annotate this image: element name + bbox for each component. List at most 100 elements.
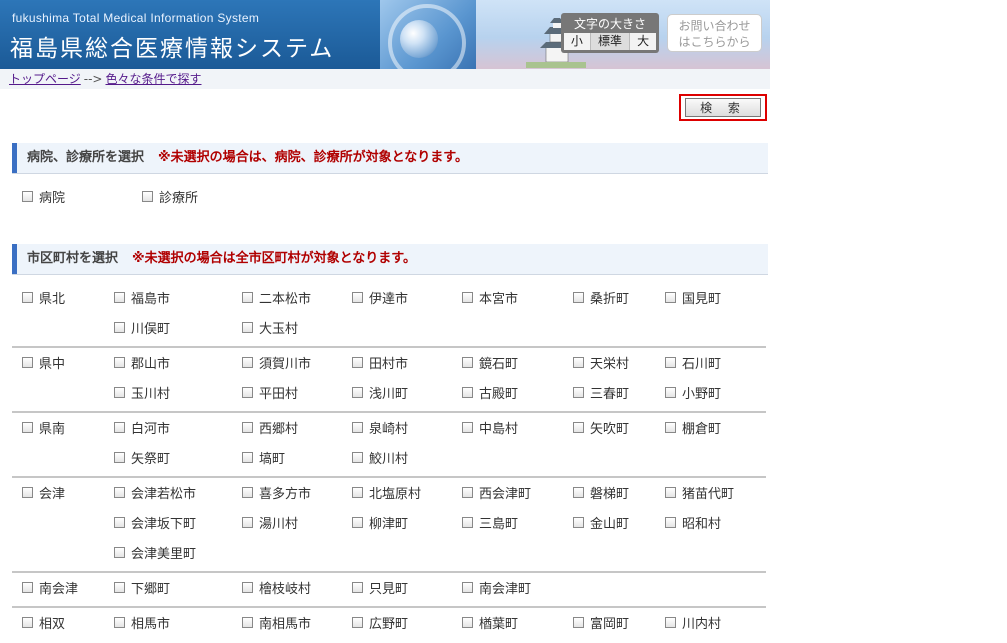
checkbox[interactable]	[665, 292, 676, 303]
municipality-checkbox[interactable]: 鏡石町	[462, 353, 518, 372]
checkbox[interactable]	[114, 387, 125, 398]
municipality-checkbox[interactable]: 三春町	[573, 383, 629, 402]
checkbox[interactable]	[242, 452, 253, 463]
municipality-checkbox[interactable]: 玉川村	[114, 383, 170, 402]
region-checkbox[interactable]: 県南	[22, 418, 65, 437]
breadcrumb-home-link[interactable]: トップページ	[9, 72, 81, 86]
municipality-checkbox[interactable]: 相馬市	[114, 613, 170, 632]
checkbox[interactable]	[462, 292, 473, 303]
font-size-large-button[interactable]: 大	[630, 33, 656, 50]
municipality-checkbox[interactable]: 須賀川市	[242, 353, 311, 372]
municipality-checkbox[interactable]: 古殿町	[462, 383, 518, 402]
municipality-checkbox[interactable]: 富岡町	[573, 613, 629, 632]
checkbox[interactable]	[462, 387, 473, 398]
checkbox[interactable]	[573, 487, 584, 498]
municipality-checkbox[interactable]: 会津美里町	[114, 543, 196, 562]
checkbox[interactable]	[665, 357, 676, 368]
checkbox[interactable]	[114, 517, 125, 528]
checkbox[interactable]	[242, 422, 253, 433]
municipality-checkbox[interactable]: 大玉村	[242, 318, 298, 337]
municipality-checkbox[interactable]: 柳津町	[352, 513, 408, 532]
municipality-checkbox[interactable]: 郡山市	[114, 353, 170, 372]
checkbox[interactable]	[22, 617, 33, 628]
municipality-checkbox[interactable]: 南相馬市	[242, 613, 311, 632]
font-size-small-button[interactable]: 小	[564, 33, 591, 50]
checkbox[interactable]	[665, 387, 676, 398]
checkbox[interactable]	[22, 292, 33, 303]
region-checkbox[interactable]: 相双	[22, 613, 65, 632]
checkbox[interactable]	[22, 422, 33, 433]
checkbox[interactable]	[142, 191, 153, 202]
checkbox[interactable]	[462, 582, 473, 593]
municipality-checkbox[interactable]: 中島村	[462, 418, 518, 437]
checkbox[interactable]	[114, 357, 125, 368]
municipality-checkbox[interactable]: 棚倉町	[665, 418, 721, 437]
checkbox[interactable]	[352, 617, 363, 628]
municipality-checkbox[interactable]: 天栄村	[573, 353, 629, 372]
municipality-checkbox[interactable]: 桑折町	[573, 288, 629, 307]
municipality-checkbox[interactable]: 北塩原村	[352, 483, 421, 502]
checkbox[interactable]	[352, 357, 363, 368]
municipality-checkbox[interactable]: 楢葉町	[462, 613, 518, 632]
municipality-checkbox[interactable]: 只見町	[352, 578, 408, 597]
checkbox[interactable]	[22, 487, 33, 498]
checkbox[interactable]	[573, 387, 584, 398]
municipality-checkbox[interactable]: 三島町	[462, 513, 518, 532]
checkbox[interactable]	[242, 322, 253, 333]
checkbox[interactable]	[242, 292, 253, 303]
municipality-checkbox[interactable]: 西会津町	[462, 483, 531, 502]
municipality-checkbox[interactable]: 伊達市	[352, 288, 408, 307]
checkbox[interactable]	[573, 292, 584, 303]
checkbox[interactable]	[665, 422, 676, 433]
municipality-checkbox[interactable]: 小野町	[665, 383, 721, 402]
search-button[interactable]: 検 索	[685, 98, 761, 117]
municipality-checkbox[interactable]: 川内村	[665, 613, 721, 632]
checkbox[interactable]	[573, 617, 584, 628]
municipality-checkbox[interactable]: 川俣町	[114, 318, 170, 337]
municipality-checkbox[interactable]: 福島市	[114, 288, 170, 307]
municipality-checkbox[interactable]: 泉崎村	[352, 418, 408, 437]
municipality-checkbox[interactable]: 二本松市	[242, 288, 311, 307]
checkbox[interactable]	[462, 422, 473, 433]
checkbox[interactable]	[352, 582, 363, 593]
checkbox[interactable]	[114, 322, 125, 333]
municipality-checkbox[interactable]: 白河市	[114, 418, 170, 437]
municipality-checkbox[interactable]: 下郷町	[114, 578, 170, 597]
checkbox[interactable]	[352, 387, 363, 398]
region-checkbox[interactable]: 会津	[22, 483, 65, 502]
municipality-checkbox[interactable]: 湯川村	[242, 513, 298, 532]
checkbox[interactable]	[114, 292, 125, 303]
municipality-checkbox[interactable]: 南会津町	[462, 578, 531, 597]
breadcrumb-current-link[interactable]: 色々な条件で探す	[105, 72, 201, 86]
contact-button[interactable]: お問い合わせ はこちらから	[667, 14, 762, 52]
checkbox[interactable]	[573, 422, 584, 433]
checkbox[interactable]	[114, 617, 125, 628]
checkbox[interactable]	[242, 517, 253, 528]
municipality-checkbox[interactable]: 平田村	[242, 383, 298, 402]
checkbox[interactable]	[22, 582, 33, 593]
municipality-checkbox[interactable]: 浅川町	[352, 383, 408, 402]
checkbox[interactable]	[114, 582, 125, 593]
checkbox[interactable]	[352, 292, 363, 303]
municipality-checkbox[interactable]: 石川町	[665, 353, 721, 372]
checkbox[interactable]	[462, 617, 473, 628]
municipality-checkbox[interactable]: 昭和村	[665, 513, 721, 532]
municipality-checkbox[interactable]: 会津若松市	[114, 483, 196, 502]
municipality-checkbox[interactable]: 国見町	[665, 288, 721, 307]
checkbox[interactable]	[22, 191, 33, 202]
checkbox[interactable]	[114, 487, 125, 498]
checkbox[interactable]	[114, 547, 125, 558]
region-checkbox[interactable]: 県北	[22, 288, 65, 307]
municipality-checkbox[interactable]: 喜多方市	[242, 483, 311, 502]
checkbox[interactable]	[573, 517, 584, 528]
checkbox[interactable]	[242, 617, 253, 628]
checkbox[interactable]	[665, 517, 676, 528]
checkbox[interactable]	[352, 422, 363, 433]
checkbox[interactable]	[114, 422, 125, 433]
checkbox[interactable]	[352, 452, 363, 463]
municipality-checkbox[interactable]: 矢祭町	[114, 448, 170, 467]
checkbox[interactable]	[462, 487, 473, 498]
municipality-checkbox[interactable]: 西郷村	[242, 418, 298, 437]
checkbox[interactable]	[462, 517, 473, 528]
checkbox[interactable]	[352, 517, 363, 528]
